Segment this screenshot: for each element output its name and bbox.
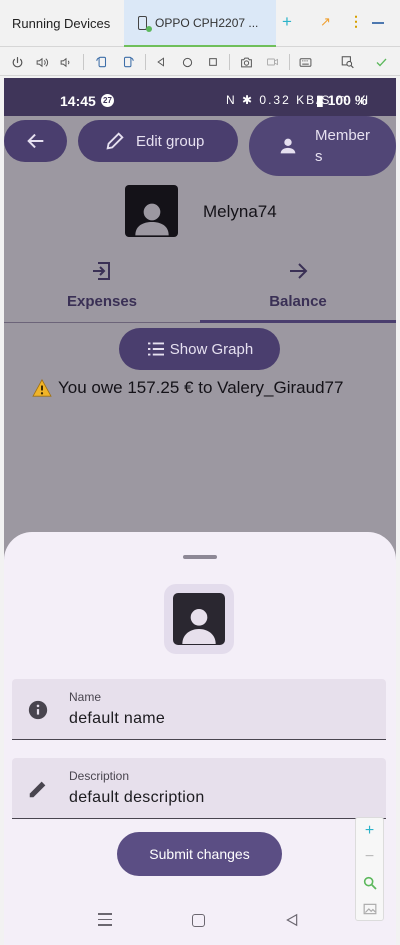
person-icon: [134, 203, 169, 236]
description-field-value[interactable]: default description: [69, 789, 369, 807]
zoom-controls: + −: [355, 817, 384, 921]
open-external-icon[interactable]: ↗: [320, 14, 331, 30]
submit-changes-button[interactable]: Submit changes: [117, 832, 282, 876]
login-icon: [93, 262, 110, 280]
system-nav-bar: [4, 907, 396, 945]
status-time: 14:45: [60, 93, 96, 109]
zoom-out-button[interactable]: −: [356, 844, 383, 870]
panel-title: Running Devices: [12, 16, 111, 31]
toolbar-separator: [229, 54, 230, 70]
battery-level: ▮ 100 %: [316, 92, 368, 108]
screen-record-icon[interactable]: [264, 54, 280, 70]
group-avatar: [125, 185, 178, 237]
volume-down-icon[interactable]: [58, 54, 74, 70]
status-bar: 14:45 27 N ✱ 0.32 KB/S ◠ .ıl ▮ 100 %: [4, 78, 396, 116]
emulator-toolbar: [0, 48, 400, 76]
device-screen: 14:45 27 N ✱ 0.32 KB/S ◠ .ıl ▮ 100 % Edi…: [4, 78, 396, 945]
power-icon[interactable]: [9, 54, 25, 70]
minimize-button[interactable]: [372, 22, 384, 24]
nav-overview-icon[interactable]: [205, 54, 221, 70]
group-name: Melyna74: [203, 202, 277, 221]
edit-group-sheet: Name default name Description default de…: [4, 532, 396, 945]
layout-inspector-icon[interactable]: [339, 54, 355, 70]
tab-expenses[interactable]: Expenses: [4, 253, 200, 323]
person-icon: [182, 609, 216, 644]
nav-home-icon[interactable]: [179, 54, 195, 70]
tab-indicator: [200, 320, 396, 323]
toolbar-separator: [83, 54, 84, 70]
online-indicator: [146, 26, 152, 32]
pencil-icon: [106, 132, 124, 150]
name-field-value[interactable]: default name: [69, 710, 369, 728]
members-button[interactable]: Members: [249, 116, 396, 176]
info-icon: [26, 698, 50, 722]
avatar: [173, 593, 225, 645]
image-icon: [363, 903, 376, 915]
device-tab[interactable]: OPPO CPH2207 ...: [124, 0, 276, 47]
tab-balance[interactable]: Balance: [200, 253, 396, 323]
edit-group-button[interactable]: Edit group: [78, 120, 238, 162]
toolbar-separator: [289, 54, 290, 70]
list-icon: [147, 342, 164, 356]
notification-badge: 27: [101, 94, 114, 107]
screenshot-icon[interactable]: [238, 54, 254, 70]
description-field[interactable]: Description default description: [12, 758, 386, 819]
checkmark-icon[interactable]: [373, 54, 389, 70]
pencil-icon: [26, 777, 50, 801]
owe-message: You owe 157.25 € to Valery_Giraud77: [32, 378, 343, 398]
home-icon[interactable]: [192, 914, 205, 927]
magnifier-icon: [363, 876, 377, 890]
arrow-back-icon: [26, 133, 43, 149]
zoom-in-button[interactable]: +: [356, 818, 383, 844]
owe-text: You owe 157.25 € to Valery_Giraud77: [58, 378, 344, 397]
tab-balance-label: Balance: [269, 293, 327, 310]
edit-group-label: Edit group: [136, 132, 205, 150]
members-label: Members: [315, 127, 371, 165]
avatar-picker[interactable]: [164, 584, 234, 654]
zoom-actual-button[interactable]: [356, 896, 383, 922]
tab-expenses-label: Expenses: [66, 293, 138, 310]
emulator-header: Running Devices OPPO CPH2207 ... + ↗ ⋮: [0, 0, 400, 47]
add-tab-button[interactable]: +: [282, 12, 292, 32]
person-icon: [280, 138, 296, 154]
name-field-label: Name: [69, 690, 102, 704]
recents-icon[interactable]: [98, 913, 112, 927]
keyboard-icon[interactable]: [297, 54, 313, 70]
description-field-label: Description: [69, 769, 130, 783]
drag-handle[interactable]: [183, 555, 217, 559]
volume-up-icon[interactable]: [34, 54, 50, 70]
toolbar-separator: [145, 54, 146, 70]
back-button[interactable]: [4, 120, 67, 162]
name-field[interactable]: Name default name: [12, 679, 386, 740]
arrow-forward-icon: [290, 263, 308, 279]
zoom-fit-button[interactable]: [356, 870, 383, 896]
warning-icon: [32, 379, 52, 397]
show-graph-button[interactable]: Show Graph: [119, 328, 280, 370]
more-options-icon[interactable]: ⋮: [349, 13, 363, 30]
rotate-left-icon[interactable]: [94, 54, 110, 70]
back-icon[interactable]: [285, 913, 299, 932]
device-tab-label: OPPO CPH2207 ...: [155, 16, 259, 30]
nav-back-icon[interactable]: [153, 54, 169, 70]
rotate-right-icon[interactable]: [120, 54, 136, 70]
show-graph-label: Show Graph: [169, 340, 254, 358]
